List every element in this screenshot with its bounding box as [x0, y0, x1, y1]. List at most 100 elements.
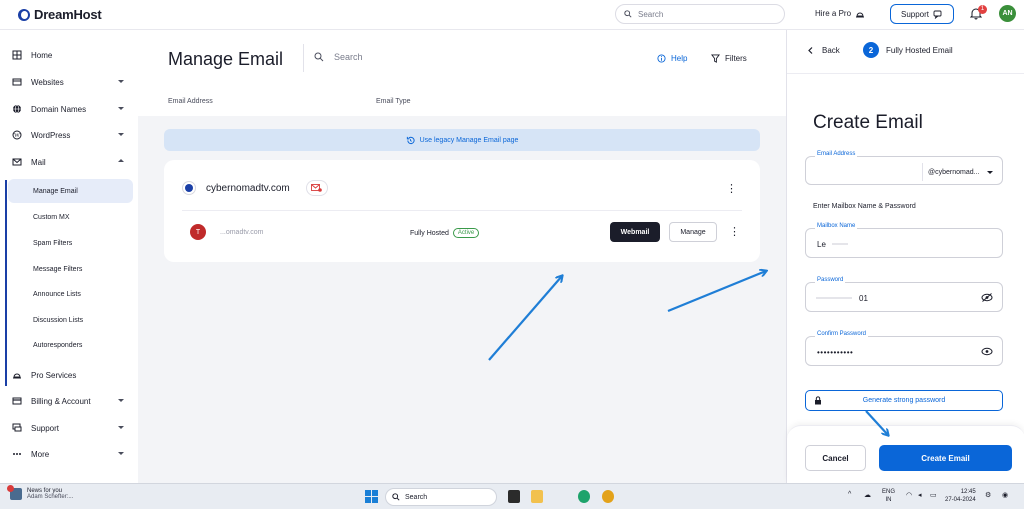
user-avatar[interactable]: AN	[999, 5, 1016, 22]
status-badge: Active	[452, 228, 480, 238]
submenu-rail	[5, 180, 7, 386]
domain-name: cybernomadtv.com	[206, 182, 290, 194]
mailbox-type-label: Fully Hosted	[410, 229, 449, 237]
sidebar-subitem-spam-filters[interactable]: Spam Filters	[8, 231, 133, 255]
sidebar-item-home[interactable]: Home	[0, 44, 138, 66]
sidebar-subitem-message-filters[interactable]: Message Filters	[8, 257, 133, 281]
sidebar-item-domain-names[interactable]: Domain Names	[0, 98, 138, 120]
support-label: Support	[900, 9, 930, 19]
mail-icon	[12, 158, 22, 166]
sidebar-item-websites[interactable]: Websites	[0, 71, 138, 93]
mailbox-more-options-icon[interactable]: ⋮	[729, 227, 740, 238]
sidebar-subitem-announce-lists[interactable]: Announce Lists	[8, 282, 133, 306]
filters-label: Filters	[725, 54, 747, 63]
subitem-label: Discussion Lists	[33, 316, 84, 324]
redacted-text	[816, 297, 852, 299]
panel-title: Create Email	[813, 112, 923, 133]
domain-select[interactable]: @cybernomad...	[922, 163, 1002, 181]
chevron-down-icon	[118, 107, 124, 110]
globe-icon	[13, 104, 21, 114]
column-header-email-address[interactable]: Email Address	[168, 98, 213, 105]
generate-password-button[interactable]: Generate strong password	[805, 390, 1003, 411]
panel-header: Back 2 Fully Hosted Email	[787, 30, 1024, 74]
eye-off-icon[interactable]	[981, 293, 993, 302]
legacy-link-label: Use legacy Manage Email page	[419, 136, 519, 144]
news-widget[interactable]: News for you Adam Schefter:...	[7, 485, 73, 500]
sidebar-subitem-manage-email[interactable]: Manage Email	[8, 179, 133, 203]
mailbox-name-field[interactable]: Mailbox Name Le	[805, 223, 1003, 258]
email-address-field[interactable]: Email Address @cybernomad...	[805, 151, 1003, 185]
cloud-icon[interactable]: ☁	[864, 491, 871, 499]
help-label: Help	[671, 54, 688, 63]
global-search-input[interactable]: Search	[615, 4, 785, 24]
manage-button[interactable]: Manage	[669, 222, 717, 242]
confirm-password-field[interactable]: Confirm Password •••••••••••	[805, 331, 1003, 366]
task-view-icon[interactable]	[508, 490, 520, 503]
taskbar-search-input[interactable]: Search	[385, 488, 497, 506]
sidebar-item-label: Support	[31, 423, 60, 433]
cancel-button[interactable]: Cancel	[805, 445, 866, 471]
redacted-text	[832, 243, 848, 245]
sidebar-subitem-discussion-lists[interactable]: Discussion Lists	[8, 308, 133, 332]
news-icon	[7, 485, 22, 500]
domain-more-options-icon[interactable]: ⋮	[726, 184, 737, 195]
sidebar-item-billing-account[interactable]: Billing & Account	[0, 390, 138, 412]
info-icon	[657, 54, 666, 63]
notification-center-icon[interactable]: ◉	[1002, 491, 1008, 499]
windows-start-icon[interactable]	[365, 490, 378, 503]
field-label: Mailbox Name	[815, 223, 858, 229]
language-indicator[interactable]: ENG IN	[882, 488, 895, 504]
eye-icon[interactable]	[981, 347, 993, 356]
filters-button[interactable]: Filters	[711, 54, 747, 63]
main-header: Manage Email Search Help Filters Email A…	[138, 30, 786, 116]
field-label: Email Address	[815, 151, 858, 157]
step-label: Fully Hosted Email	[886, 46, 953, 55]
sidebar-item-mail[interactable]: Mail	[0, 151, 138, 173]
column-header-email-type[interactable]: Email Type	[376, 98, 411, 105]
card-divider	[182, 210, 742, 211]
sidebar-item-label: Domain Names	[31, 104, 87, 114]
file-explorer-icon[interactable]	[531, 490, 543, 503]
password-value: 01	[859, 294, 868, 303]
system-clock[interactable]: 12:45 27-04-2024	[945, 488, 976, 504]
back-button[interactable]: Back	[807, 46, 840, 55]
domain-select-value: @cybernomad...	[928, 168, 980, 176]
sidebar: Home Websites Domain Names W WordPress M…	[0, 30, 138, 483]
dreamhost-moon-icon	[18, 8, 30, 21]
password-field[interactable]: Password 01	[805, 277, 1003, 312]
email-search-input[interactable]: Search	[314, 52, 363, 62]
sidebar-item-more[interactable]: More	[0, 443, 138, 465]
chevron-down-icon	[118, 80, 124, 83]
page-title: Manage Email	[168, 49, 284, 69]
confirm-password-value: •••••••••••	[817, 348, 854, 357]
sidebar-item-pro-services[interactable]: Pro Services	[0, 364, 138, 386]
create-email-button[interactable]: Create Email	[879, 445, 1012, 471]
dreamhost-logo[interactable]: DreamHost	[18, 7, 102, 22]
webmail-button[interactable]: Webmail	[610, 222, 660, 242]
settings-gear-icon[interactable]: ⚙	[985, 491, 991, 499]
mailbox-avatar: T	[190, 224, 206, 240]
subitem-label: Autoresponders	[33, 341, 83, 349]
speaker-icon[interactable]: ◂	[918, 491, 922, 499]
chrome-browser-icon[interactable]	[602, 490, 614, 503]
sidebar-item-label: More	[31, 449, 50, 459]
support-button[interactable]: Support	[890, 4, 954, 24]
mailbox-name-value: Le	[817, 240, 826, 249]
search-icon	[392, 493, 400, 501]
tray-chevron-up-icon[interactable]: ^	[848, 491, 851, 498]
battery-icon[interactable]: ▭	[930, 491, 937, 499]
legacy-manage-email-link[interactable]: Use legacy Manage Email page	[164, 129, 760, 151]
help-link[interactable]: Help	[657, 54, 687, 63]
clock-date: 27-04-2024	[945, 497, 976, 503]
mail-settings-chip[interactable]	[305, 180, 328, 196]
sidebar-subitem-custom-mx[interactable]: Custom MX	[8, 205, 133, 229]
sidebar-item-support[interactable]: Support	[0, 417, 138, 439]
service-bell-icon	[13, 373, 21, 379]
hire-a-pro-link[interactable]: Hire a Pro	[815, 9, 865, 18]
sidebar-item-wordpress[interactable]: W WordPress	[0, 124, 138, 146]
notification-count-badge: 1	[978, 5, 987, 14]
wifi-icon[interactable]: ◠	[906, 491, 912, 499]
sidebar-subitem-autoresponders[interactable]: Autoresponders	[8, 333, 133, 357]
sidebar-item-label: Pro Services	[31, 370, 77, 380]
edge-browser-icon[interactable]	[578, 490, 590, 503]
